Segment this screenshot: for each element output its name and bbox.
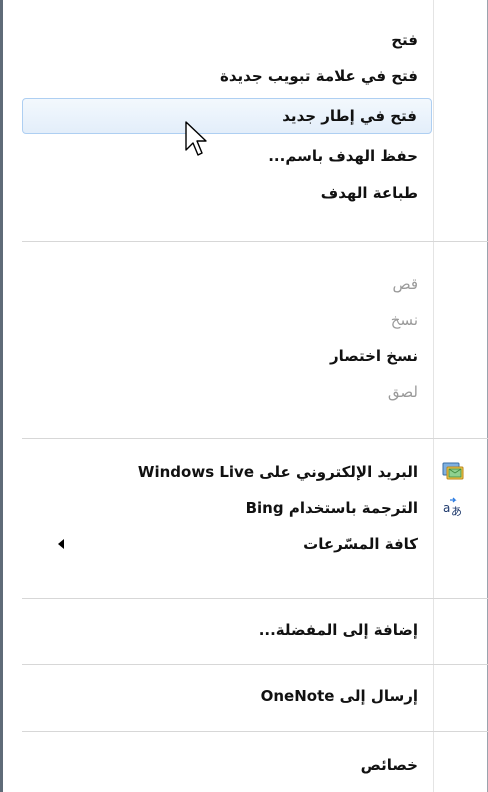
menu-item-paste: لصق bbox=[22, 374, 432, 410]
menu-item-print-target[interactable]: طباعة الهدف bbox=[22, 175, 432, 211]
menu-item-send-to-onenote[interactable]: إرسال إلى OneNote bbox=[22, 678, 432, 714]
menu-item-label: نسخ اختصار bbox=[329, 347, 418, 365]
menu-item-label: طباعة الهدف bbox=[320, 184, 418, 202]
svg-text:a: a bbox=[443, 501, 450, 515]
menu-item-label: لصق bbox=[387, 383, 418, 401]
menu-item-email-windows-live[interactable]: البريد الإلكتروني على Windows Live bbox=[22, 454, 432, 490]
menu-separator bbox=[22, 598, 488, 599]
menu-item-label: فتح bbox=[391, 31, 418, 49]
menu-item-translate-bing[interactable]: الترجمة باستخدام Bing bbox=[22, 490, 432, 526]
menu-item-label: فتح في إطار جديد bbox=[282, 107, 417, 125]
menu-item-copy: نسخ bbox=[22, 302, 432, 338]
menu-item-cut: قص bbox=[22, 266, 432, 302]
translate-icon: a あ bbox=[442, 496, 464, 518]
menu-item-label: فتح في علامة تبويب جديدة bbox=[220, 67, 418, 85]
menu-separator bbox=[22, 438, 488, 439]
menu-item-label: كافة المسّرعات bbox=[303, 535, 418, 553]
context-menu: فتح فتح في علامة تبويب جديدة فتح في إطار… bbox=[0, 0, 488, 792]
menu-item-label: حفظ الهدف باسم... bbox=[268, 147, 418, 165]
menu-item-open[interactable]: فتح bbox=[22, 22, 432, 58]
menu-item-open-new-window[interactable]: فتح في إطار جديد bbox=[22, 98, 432, 134]
mouse-pointer-icon bbox=[184, 120, 210, 160]
menu-item-label: قص bbox=[392, 275, 418, 293]
menu-item-label: نسخ bbox=[390, 311, 418, 329]
menu-item-save-target-as[interactable]: حفظ الهدف باسم... bbox=[22, 138, 432, 174]
icon-gutter-highlight bbox=[434, 0, 435, 792]
menu-item-properties[interactable]: خصائص bbox=[22, 747, 432, 783]
windows-live-mail-icon bbox=[442, 460, 464, 482]
menu-item-copy-shortcut[interactable]: نسخ اختصار bbox=[22, 338, 432, 374]
svg-text:あ: あ bbox=[451, 505, 462, 518]
menu-item-label: البريد الإلكتروني على Windows Live bbox=[137, 463, 418, 481]
menu-separator bbox=[22, 664, 488, 665]
menu-item-label: إضافة إلى المفضلة... bbox=[258, 621, 418, 639]
menu-item-label: الترجمة باستخدام Bing bbox=[245, 499, 418, 517]
menu-item-all-accelerators[interactable]: كافة المسّرعات bbox=[22, 526, 432, 562]
menu-item-label: خصائص bbox=[360, 756, 418, 774]
menu-separator bbox=[22, 241, 488, 242]
menu-item-add-to-favorites[interactable]: إضافة إلى المفضلة... bbox=[22, 612, 432, 648]
menu-separator bbox=[22, 731, 488, 732]
menu-left-border bbox=[0, 0, 3, 792]
submenu-arrow-icon bbox=[58, 539, 64, 549]
menu-item-label: إرسال إلى OneNote bbox=[260, 687, 418, 705]
menu-item-open-new-tab[interactable]: فتح في علامة تبويب جديدة bbox=[22, 58, 432, 94]
